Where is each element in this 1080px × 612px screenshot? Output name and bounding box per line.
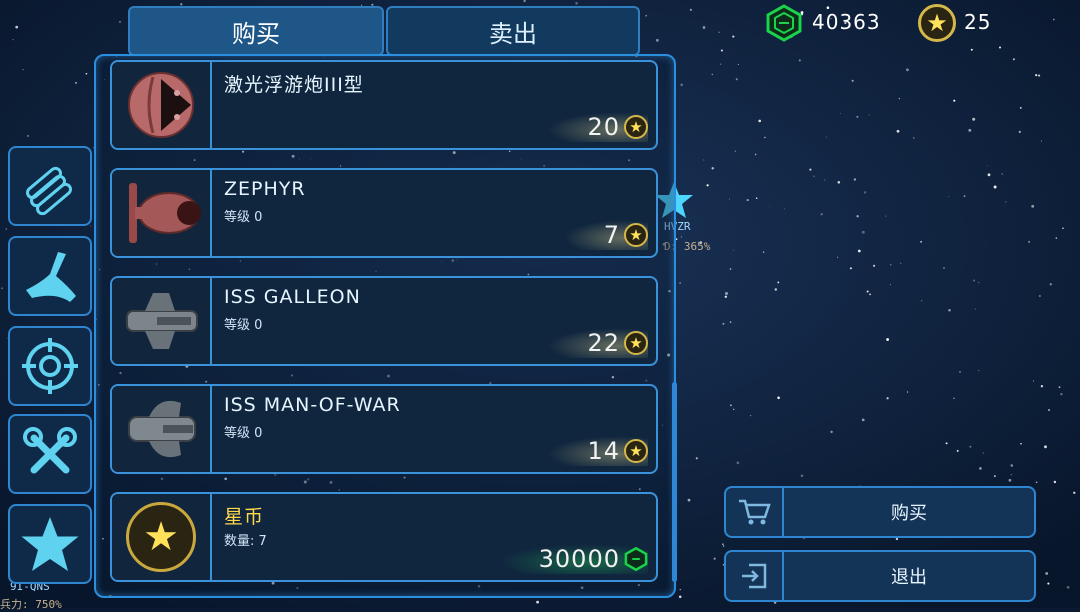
map-label-force: 兵力: 750% — [0, 598, 62, 611]
list-scrollbar[interactable] — [672, 382, 677, 582]
item-price: 22 ★ — [547, 328, 648, 358]
exit-icon — [742, 563, 767, 589]
item-level: 等级 0 — [224, 318, 263, 333]
item-level: 等级 0 — [224, 210, 263, 225]
item-name: 星币 — [224, 506, 265, 528]
shop-item-iss-man-of-war[interactable]: ISS MAN-OF-WAR 等级 0 14 ★ — [110, 384, 658, 474]
item-thumbnail — [112, 62, 212, 148]
galleon-ship-icon — [126, 293, 198, 349]
gem-icon — [766, 4, 802, 42]
exit-button[interactable]: 退出 — [724, 550, 1036, 602]
tools-icon — [23, 427, 77, 474]
sidebar-star-button[interactable] — [8, 504, 92, 584]
item-thumbnail — [112, 170, 212, 256]
item-name: ISS GALLEON — [224, 286, 361, 308]
star-coin-icon: ★ — [624, 115, 648, 139]
item-price-value: 7 — [603, 221, 620, 249]
star-coin-icon: ★ — [126, 502, 196, 572]
item-level: 等级 0 — [224, 426, 263, 441]
exit-icon-cell — [726, 552, 784, 600]
tab-sell[interactable]: 卖出 — [386, 6, 640, 56]
item-thumbnail — [112, 386, 212, 472]
item-quantity: 数量: 7 — [224, 534, 267, 549]
star-coin-icon: ★ — [624, 439, 648, 463]
item-name: ISS MAN-OF-WAR — [224, 394, 401, 416]
buy-button[interactable]: 购买 — [724, 486, 1036, 538]
star-coin-icon: ★ — [918, 4, 956, 42]
item-price: 14 ★ — [547, 436, 648, 466]
sidebar-missiles-button[interactable] — [8, 146, 92, 226]
star-coin-icon: ★ — [624, 223, 648, 247]
tab-buy[interactable]: 购买 — [128, 6, 384, 56]
claw-icon — [26, 252, 76, 302]
item-price-value: 14 — [587, 437, 620, 465]
zephyr-ship-icon — [129, 183, 201, 243]
item-price-value: 20 — [587, 113, 620, 141]
sidebar-claw-button[interactable] — [8, 236, 92, 316]
item-price: 7 ★ — [563, 220, 648, 250]
target-icon — [22, 338, 78, 394]
shop-item-star-coins[interactable]: ★ 星币 数量: 7 30000 — [110, 492, 658, 582]
laser-turret-icon — [128, 72, 194, 138]
item-price: 20 ★ — [547, 112, 648, 142]
sidebar-tools-button[interactable] — [8, 414, 92, 494]
man-of-war-ship-icon — [128, 400, 196, 458]
star-icon — [21, 517, 79, 571]
sidebar-target-button[interactable] — [8, 326, 92, 406]
cart-icon — [739, 499, 771, 525]
item-price-value: 22 — [587, 329, 620, 357]
gem-count: 40363 — [812, 10, 881, 34]
shop-item-laser-drone[interactable]: 激光浮游炮III型 20 ★ — [110, 60, 658, 150]
buy-button-label: 购买 — [891, 503, 927, 524]
gem-icon — [624, 547, 648, 571]
item-thumbnail — [112, 278, 212, 364]
currency-bar: 40363 ★ 25 — [720, 0, 1080, 46]
buy-icon-cell — [726, 488, 784, 536]
item-price: 30000 — [498, 544, 648, 574]
missiles-icon — [26, 166, 72, 216]
exit-button-label: 退出 — [891, 567, 927, 588]
item-name: 激光浮游炮III型 — [224, 74, 364, 96]
star-coin-icon: ★ — [624, 331, 648, 355]
item-thumbnail: ★ — [112, 494, 212, 580]
item-price-value: 30000 — [538, 545, 620, 573]
star-count: 25 — [964, 10, 992, 34]
shop-item-zephyr[interactable]: ZEPHYR 等级 0 7 ★ — [110, 168, 658, 258]
item-name: ZEPHYR — [224, 178, 306, 200]
shop-item-iss-galleon[interactable]: ISS GALLEON 等级 0 22 ★ — [110, 276, 658, 366]
